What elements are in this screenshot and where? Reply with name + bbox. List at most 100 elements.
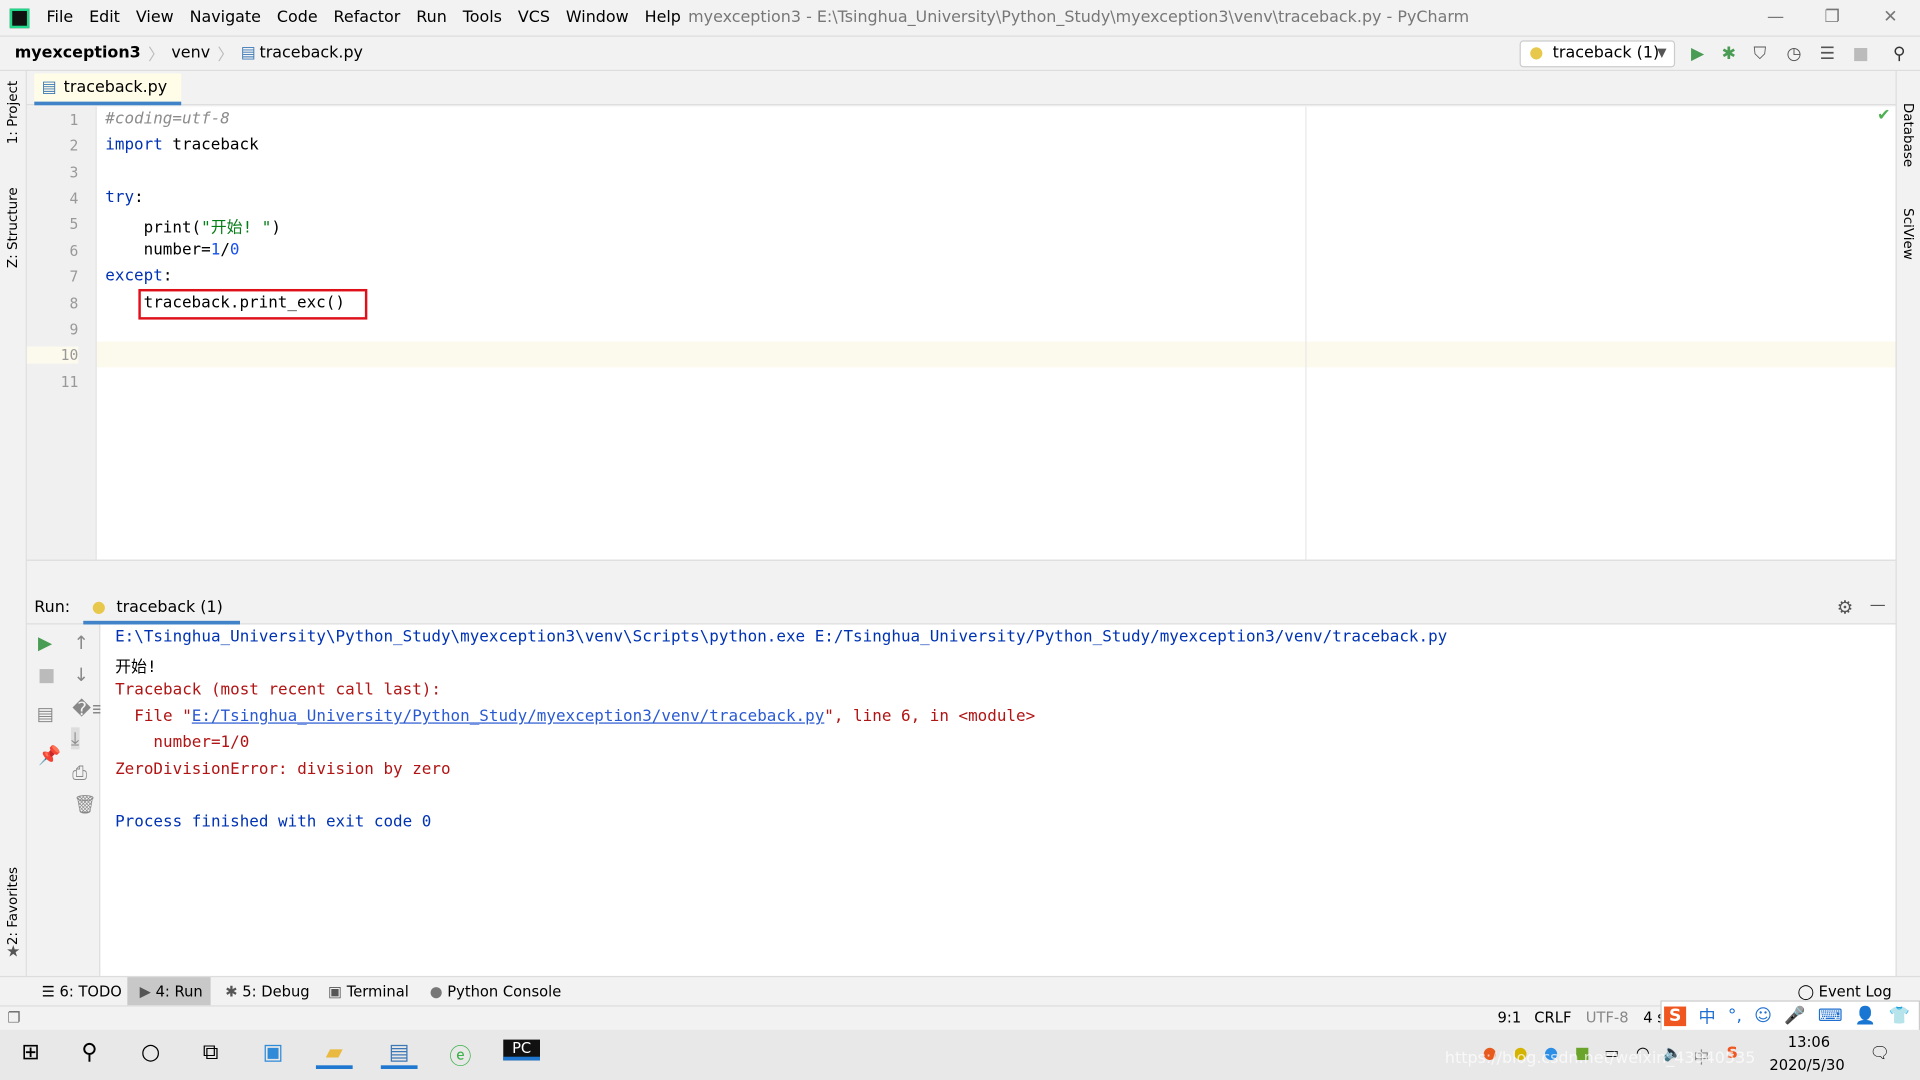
window-title: myexception3 - E:\Tsinghua_University\Py… (688, 8, 1470, 27)
menu-vcs[interactable]: VCS (518, 9, 550, 27)
code-editor[interactable] (26, 106, 1896, 560)
notification-icon[interactable]: 🗨 (1870, 1044, 1890, 1062)
menu-navigate[interactable]: Navigate (190, 9, 261, 27)
breadcrumb-file[interactable]: traceback.py (259, 44, 363, 62)
sogou-logo-icon[interactable]: S (1664, 1006, 1687, 1027)
left-tool-strip: 1: Project Z: Structure 2: Favorites ★ (0, 71, 27, 978)
line-separator[interactable]: CRLF (1534, 1009, 1571, 1026)
line-number: 6 (69, 242, 79, 260)
menu-run[interactable]: Run (416, 9, 447, 27)
close-window-icon[interactable]: ✕ (1883, 7, 1897, 27)
breadcrumb-project[interactable]: myexception3 (15, 44, 141, 62)
menu-tools[interactable]: Tools (463, 9, 502, 27)
user-icon[interactable]: 👤 (1855, 1007, 1876, 1027)
run-tool-tab[interactable]: ▶ 4: Run (127, 977, 211, 1007)
line-number: 10 (26, 346, 79, 364)
list-icon: ☰ (41, 983, 60, 1001)
tab-label: 5: Debug (242, 983, 310, 1001)
file-link[interactable]: E:/Tsinghua_University/Python_Study/myex… (192, 708, 825, 726)
stop-icon[interactable]: ■ (38, 664, 55, 686)
console-output[interactable] (100, 624, 1896, 976)
layout-icon[interactable]: ▤ (37, 703, 54, 725)
menu-file[interactable]: File (47, 9, 74, 27)
task-view-icon[interactable]: ⧉ (192, 1040, 229, 1066)
file-explorer-icon[interactable]: ▰ (315, 1040, 353, 1069)
run-config-dropdown[interactable]: ● traceback (1) ▼ (1519, 40, 1676, 68)
emoji-icon[interactable]: ☺ (1754, 1007, 1772, 1027)
code-line: ) (271, 219, 281, 238)
line-number: 7 (69, 268, 79, 286)
menu-window[interactable]: Window (566, 9, 629, 27)
breadcrumb-venv[interactable]: venv (171, 44, 210, 62)
menu-refactor[interactable]: Refactor (334, 9, 401, 27)
browser-icon[interactable]: ⓔ (442, 1040, 479, 1072)
run-icon[interactable]: ▶ (1691, 44, 1704, 64)
search-icon[interactable]: ⚲ (71, 1040, 108, 1066)
restore-icon[interactable]: ❐ (1824, 7, 1839, 27)
favorites-tool-button[interactable]: 2: Favorites (5, 867, 21, 945)
run-tab-traceback[interactable]: ● traceback (1) × (83, 595, 241, 644)
line-number: 4 (69, 189, 79, 207)
clock-time[interactable]: 13:06 (1788, 1033, 1830, 1050)
windows-start-icon[interactable]: ⊞ (12, 1040, 49, 1066)
scroll-to-end-icon[interactable]: ⤓ (71, 727, 80, 750)
database-tool-button[interactable]: Database (1900, 103, 1916, 167)
run-toolbar: ▶ ■ ▤ 📌 ↑ ↓ �≡ ⤓ ⎙ 🗑 (26, 624, 106, 976)
profile-icon[interactable]: ◷ (1787, 44, 1802, 64)
file-encoding[interactable]: UTF-8 (1586, 1009, 1629, 1026)
trash-icon[interactable]: 🗑 (73, 793, 96, 815)
skin-icon[interactable]: 👕 (1888, 1007, 1909, 1027)
pin-icon[interactable]: 📌 (38, 744, 61, 766)
keyboard-icon[interactable]: ⌨ (1818, 1007, 1843, 1027)
concurrency-icon[interactable]: ☰ (1820, 44, 1835, 64)
line-number: 9 (69, 320, 79, 338)
minimize-icon[interactable]: — (1767, 7, 1784, 27)
ime-punctuation[interactable]: °, (1728, 1007, 1742, 1027)
editor-tabs (26, 71, 1896, 106)
control-panel-icon[interactable]: ▣ (255, 1040, 292, 1066)
gear-icon[interactable]: ⚙ (1837, 596, 1853, 618)
search-icon[interactable]: ⚲ (1893, 44, 1906, 64)
event-log-label: Event Log (1818, 983, 1892, 1001)
caret-position[interactable]: 9:1 (1498, 1009, 1522, 1026)
stop-icon[interactable]: ■ (1853, 44, 1869, 64)
menu-view[interactable]: View (136, 9, 174, 27)
debug-tab[interactable]: ✱ 5: Debug (225, 977, 309, 1006)
structure-tool-button[interactable]: Z: Structure (5, 187, 21, 268)
hide-panel-icon[interactable]: — (1870, 596, 1886, 614)
print-icon[interactable]: ⎙ (72, 762, 87, 784)
arrow-down-icon[interactable]: ↓ (73, 664, 88, 686)
code-line: : (134, 188, 144, 207)
line-number: 3 (69, 164, 79, 182)
todo-tab[interactable]: ☰ 6: TODO (42, 977, 122, 1006)
project-tool-button[interactable]: 1: Project (5, 81, 21, 144)
terminal-tab[interactable]: ▣ Terminal (328, 977, 409, 1006)
debug-icon[interactable]: ✱ (1722, 44, 1736, 64)
code-line: #coding=utf-8 (105, 110, 230, 129)
tab-label: Python Console (447, 983, 562, 1001)
sciview-tool-button[interactable]: SciView (1900, 208, 1916, 260)
red-highlight-box (138, 288, 368, 320)
tab-label: Terminal (346, 983, 409, 1001)
cortana-icon[interactable]: ○ (132, 1040, 169, 1066)
console-command: E:\Tsinghua_University\Python_Study\myex… (115, 628, 1448, 647)
chevron-down-icon: ▼ (1657, 46, 1667, 61)
rerun-icon[interactable]: ▶ (38, 632, 52, 654)
code-line: number= (105, 241, 211, 260)
python-console-tab[interactable]: ● Python Console (430, 977, 561, 1006)
tab-traceback-py[interactable]: ▤ traceback.py × (34, 73, 182, 126)
arrow-up-icon[interactable]: ↑ (73, 632, 88, 654)
coverage-icon[interactable]: ⛉ (1753, 44, 1766, 64)
clock-date[interactable]: 2020/5/30 (1769, 1057, 1844, 1074)
menu-edit[interactable]: Edit (89, 9, 120, 27)
ime-language[interactable]: 中 (1698, 1004, 1715, 1028)
tab-label: 6: TODO (59, 983, 122, 1001)
python-file-icon[interactable]: ▤ (380, 1040, 418, 1069)
menu-code[interactable]: Code (277, 9, 318, 27)
pycharm-icon[interactable]: PC (503, 1039, 541, 1061)
panel-splitter[interactable] (26, 559, 1896, 593)
menu-help[interactable]: Help (645, 9, 681, 27)
microphone-icon[interactable]: 🎤 (1784, 1007, 1805, 1027)
line-number: 11 (60, 373, 79, 391)
toggle-tool-windows-icon[interactable]: ❐ (7, 1009, 20, 1026)
